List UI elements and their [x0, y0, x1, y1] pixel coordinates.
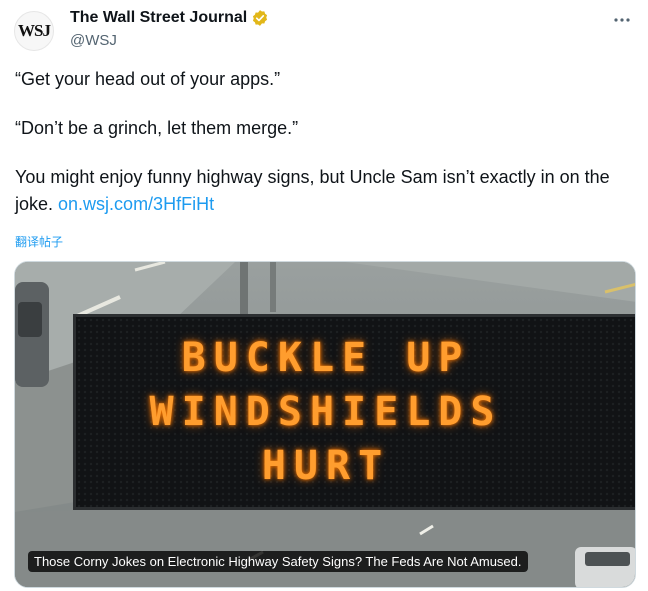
author-handle[interactable]: @WSJ: [70, 32, 117, 49]
verified-badge-icon: [253, 10, 268, 26]
avatar[interactable]: WSJ: [14, 11, 54, 51]
sign-line-2: WINDSHIELDS: [149, 389, 503, 435]
author-display-name[interactable]: The Wall Street Journal: [70, 9, 247, 27]
more-options-button[interactable]: [610, 8, 634, 32]
highway-message-sign: BUCKLE UP WINDSHIELDS HURT: [73, 314, 635, 510]
article-link[interactable]: on.wsj.com/3HfFiHt: [58, 194, 214, 214]
more-horizontal-icon: [614, 18, 630, 22]
translate-post-link[interactable]: 翻译帖子: [15, 233, 63, 250]
avatar-logo-text: WSJ: [18, 21, 51, 40]
tweet-quote-1: “Get your head out of your apps.”: [15, 69, 281, 89]
media-caption: Those Corny Jokes on Electronic Highway …: [28, 551, 528, 572]
author-name-row: The Wall Street Journal: [70, 9, 269, 27]
sign-line-3: HURT: [261, 443, 391, 489]
tweet-quote-2: “Don’t be a grinch, let them merge.”: [15, 118, 299, 138]
tweet-body: You might enjoy funny highway signs, but…: [15, 164, 630, 218]
media-card[interactable]: BUCKLE UP WINDSHIELDS HURT Those Corny J…: [14, 261, 636, 588]
sign-line-1: BUCKLE UP: [181, 335, 471, 381]
tweet-text: “Get your head out of your apps.” “Don’t…: [15, 66, 630, 218]
